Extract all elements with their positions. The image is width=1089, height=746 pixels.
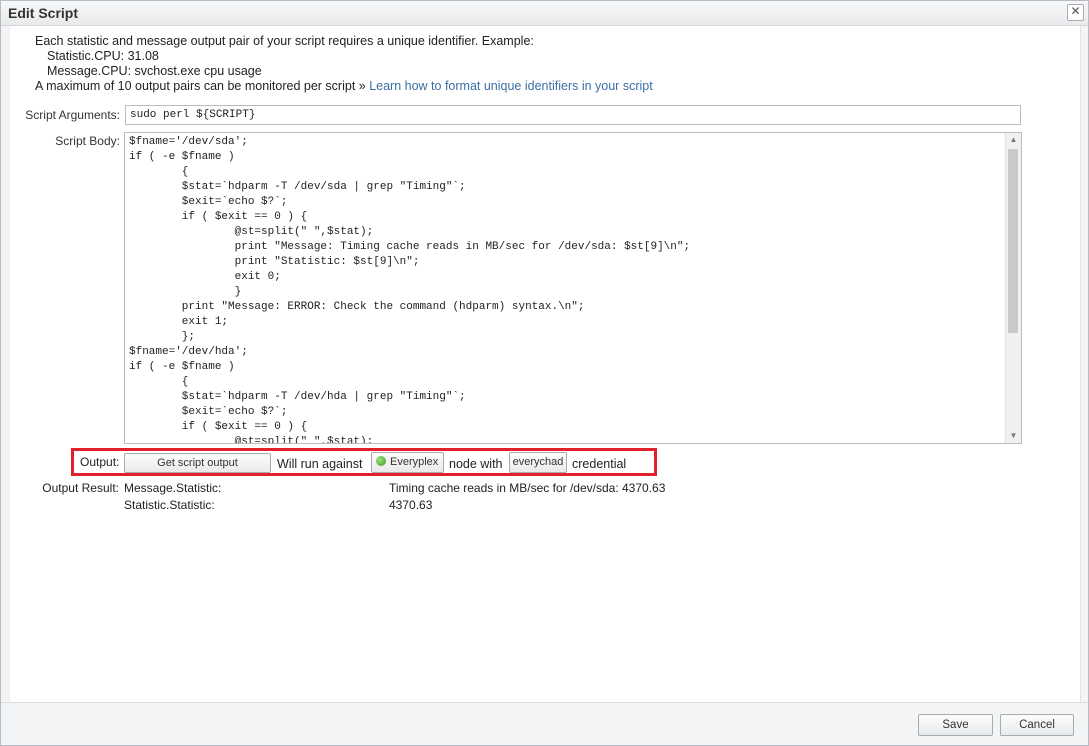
node-name: Everyplex	[390, 456, 439, 468]
will-run-against-text: Will run against	[277, 457, 363, 471]
script-body-label: Script Body:	[55, 134, 120, 148]
intro-max-text: A maximum of 10 output pairs can be moni…	[35, 79, 370, 93]
dialog-title: Edit Script	[8, 5, 79, 21]
result-key-1: Message.Statistic:	[124, 481, 222, 495]
scroll-up-icon[interactable]: ▲	[1006, 133, 1021, 147]
scroll-down-icon[interactable]: ▼	[1006, 429, 1021, 443]
edit-script-dialog: Edit Script ✕ Each statistic and message…	[0, 0, 1089, 746]
intro-line-1: Each statistic and message output pair o…	[35, 34, 534, 48]
intro-example-message: Message.CPU: svchost.exe cpu usage	[47, 64, 262, 78]
close-icon[interactable]: ✕	[1067, 4, 1084, 21]
learn-identifiers-link[interactable]: Learn how to format unique identifiers i…	[369, 79, 652, 93]
intro-line-4: A maximum of 10 output pairs can be moni…	[35, 79, 653, 94]
credential-text: credential	[572, 457, 627, 471]
scrollbar-thumb[interactable]	[1008, 149, 1018, 333]
credential-selector-button[interactable]: everychad	[509, 452, 567, 473]
cancel-button[interactable]: Cancel	[1000, 714, 1074, 736]
script-arguments-input[interactable]: sudo perl ${SCRIPT}	[125, 105, 1021, 125]
output-label: Output:	[80, 455, 120, 469]
result-value-2: 4370.63	[389, 498, 433, 512]
dialog-footer: Save Cancel	[1, 702, 1088, 745]
result-key-2: Statistic.Statistic:	[124, 498, 215, 512]
result-value-1: Timing cache reads in MB/sec for /dev/sd…	[389, 481, 666, 495]
script-arguments-label: Script Arguments:	[25, 108, 120, 122]
save-button[interactable]: Save	[918, 714, 993, 736]
node-with-text: node with	[449, 457, 503, 471]
script-body-editor[interactable]: $fname='/dev/sda'; if ( -e $fname ) { $s…	[124, 132, 1022, 444]
intro-example-statistic: Statistic.CPU: 31.08	[47, 49, 159, 63]
output-result-label: Output Result:	[42, 481, 119, 495]
script-body-code[interactable]: $fname='/dev/sda'; if ( -e $fname ) { $s…	[125, 133, 1005, 443]
dialog-titlebar: Edit Script ✕	[1, 1, 1088, 26]
script-body-scrollbar[interactable]: ▲ ▼	[1005, 133, 1021, 443]
intro-text: Each statistic and message output pair o…	[35, 34, 653, 94]
node-selector-button[interactable]: Everyplex	[371, 452, 444, 473]
get-script-output-button[interactable]: Get script output	[124, 453, 271, 473]
node-status-icon	[376, 456, 386, 466]
